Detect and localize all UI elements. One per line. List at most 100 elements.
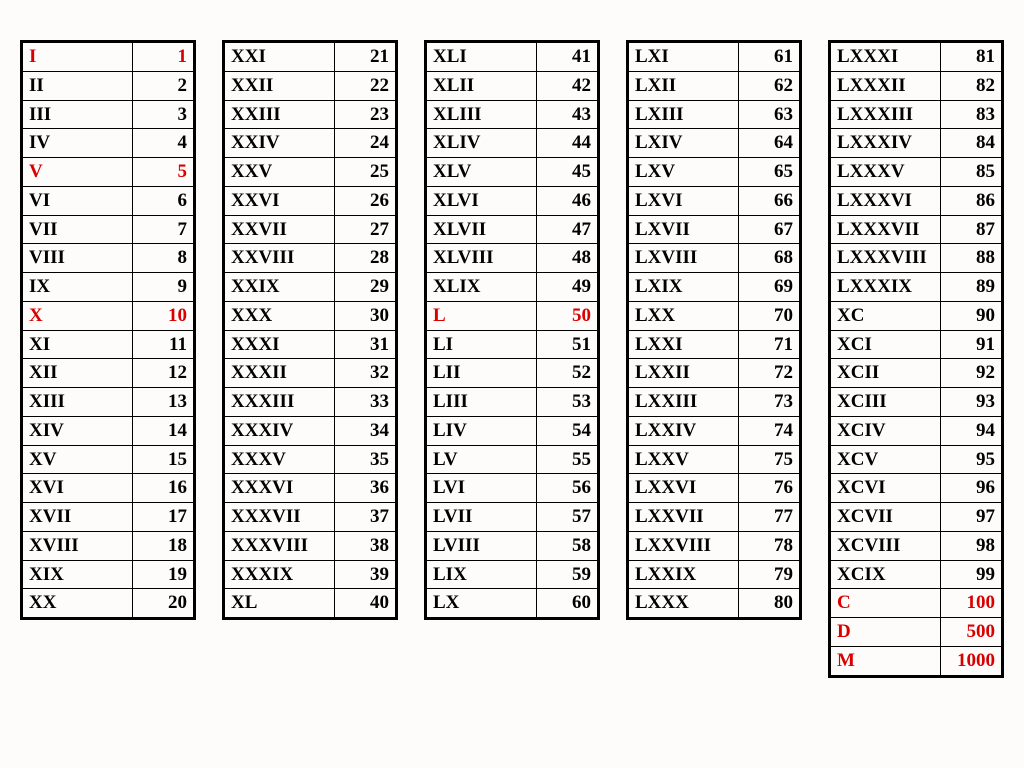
- table-row: XXXII32: [224, 359, 397, 388]
- roman-numeral-cell: D: [830, 618, 941, 647]
- table-row: XVII17: [22, 503, 195, 532]
- roman-numeral-cell: XCV: [830, 445, 941, 474]
- roman-numeral-cell: LV: [426, 445, 537, 474]
- value-cell: 89: [940, 273, 1002, 302]
- table-row: XCII92: [830, 359, 1003, 388]
- roman-numeral-cell: XXXIV: [224, 416, 335, 445]
- table-row: LXVI66: [628, 186, 801, 215]
- value-cell: 36: [334, 474, 396, 503]
- roman-numeral-cell: XCIX: [830, 560, 941, 589]
- roman-numeral-cell: LXXXV: [830, 158, 941, 187]
- table-row: LXXV75: [628, 445, 801, 474]
- value-cell: 6: [132, 186, 194, 215]
- value-cell: 34: [334, 416, 396, 445]
- roman-numeral-cell: XC: [830, 301, 941, 330]
- table-row: LXXXV85: [830, 158, 1003, 187]
- roman-numeral-cell: VIII: [22, 244, 133, 273]
- table-row: IX9: [22, 273, 195, 302]
- value-cell: 71: [738, 330, 800, 359]
- roman-numeral-cell: XLIV: [426, 129, 537, 158]
- roman-numeral-cell: LXXXII: [830, 71, 941, 100]
- value-cell: 51: [536, 330, 598, 359]
- value-cell: 96: [940, 474, 1002, 503]
- table-row: XXXIV34: [224, 416, 397, 445]
- roman-numeral-cell: XXVIII: [224, 244, 335, 273]
- table-row: LXXII72: [628, 359, 801, 388]
- roman-numeral-cell: XXXII: [224, 359, 335, 388]
- table-row: M1000: [830, 646, 1003, 676]
- value-cell: 87: [940, 215, 1002, 244]
- roman-numeral-cell: LXI: [628, 42, 739, 72]
- roman-numeral-cell: LXXX: [628, 589, 739, 619]
- column-4: LXI61LXII62LXIII63LXIV64LXV65LXVI66LXVII…: [626, 40, 802, 620]
- table-row: V5: [22, 158, 195, 187]
- value-cell: 99: [940, 560, 1002, 589]
- table-row: XII12: [22, 359, 195, 388]
- table-row: LXXX80: [628, 589, 801, 619]
- roman-numeral-cell: XVI: [22, 474, 133, 503]
- roman-numeral-cell: XXXIII: [224, 388, 335, 417]
- value-cell: 42: [536, 71, 598, 100]
- roman-numeral-cell: XI: [22, 330, 133, 359]
- table-row: XXXIX39: [224, 560, 397, 589]
- value-cell: 4: [132, 129, 194, 158]
- roman-numeral-cell: LVIII: [426, 531, 537, 560]
- value-cell: 16: [132, 474, 194, 503]
- roman-numeral-cell: XXIX: [224, 273, 335, 302]
- roman-numeral-cell: LXX: [628, 301, 739, 330]
- value-cell: 5: [132, 158, 194, 187]
- roman-numeral-cell: LXXXIX: [830, 273, 941, 302]
- value-cell: 7: [132, 215, 194, 244]
- table-row: XCVI96: [830, 474, 1003, 503]
- table-row: XLIX49: [426, 273, 599, 302]
- roman-numeral-cell: LVII: [426, 503, 537, 532]
- value-cell: 65: [738, 158, 800, 187]
- value-cell: 54: [536, 416, 598, 445]
- roman-numeral-cell: X: [22, 301, 133, 330]
- table-row: XXIV24: [224, 129, 397, 158]
- value-cell: 32: [334, 359, 396, 388]
- table-row: XV15: [22, 445, 195, 474]
- roman-numeral-cell: LXXI: [628, 330, 739, 359]
- value-cell: 100: [940, 589, 1002, 618]
- table-row: XCIX99: [830, 560, 1003, 589]
- roman-numeral-cell: XV: [22, 445, 133, 474]
- roman-numeral-cell: XLIII: [426, 100, 537, 129]
- table-row: XC90: [830, 301, 1003, 330]
- roman-numeral-cell: XLI: [426, 42, 537, 72]
- table-row: XLVI46: [426, 186, 599, 215]
- roman-numeral-cell: LXXXI: [830, 42, 941, 72]
- table-row: XXV25: [224, 158, 397, 187]
- table-row: LX60: [426, 589, 599, 619]
- roman-numeral-cell: LXXV: [628, 445, 739, 474]
- roman-numeral-cell: LXIV: [628, 129, 739, 158]
- value-cell: 1: [132, 42, 194, 72]
- table-row: XCV95: [830, 445, 1003, 474]
- roman-numeral-cell: XXXVIII: [224, 531, 335, 560]
- value-cell: 500: [940, 618, 1002, 647]
- table-row: LXXXIII83: [830, 100, 1003, 129]
- roman-numeral-cell: II: [22, 71, 133, 100]
- value-cell: 75: [738, 445, 800, 474]
- value-cell: 25: [334, 158, 396, 187]
- roman-numeral-cell: LXXXVII: [830, 215, 941, 244]
- value-cell: 73: [738, 388, 800, 417]
- table-row: XXX30: [224, 301, 397, 330]
- value-cell: 98: [940, 531, 1002, 560]
- table-row: LXXIX79: [628, 560, 801, 589]
- table-row: XX20: [22, 589, 195, 619]
- value-cell: 21: [334, 42, 396, 72]
- value-cell: 93: [940, 388, 1002, 417]
- table-row: LXXXVI86: [830, 186, 1003, 215]
- value-cell: 44: [536, 129, 598, 158]
- roman-numeral-cell: XLVI: [426, 186, 537, 215]
- value-cell: 40: [334, 589, 396, 619]
- roman-numeral-cell: LXXXVIII: [830, 244, 941, 273]
- roman-numeral-cell: XLVII: [426, 215, 537, 244]
- roman-numeral-cell: XXI: [224, 42, 335, 72]
- value-cell: 68: [738, 244, 800, 273]
- value-cell: 88: [940, 244, 1002, 273]
- table-row: LXXXVIII88: [830, 244, 1003, 273]
- roman-numeral-cell: XXXVII: [224, 503, 335, 532]
- roman-numeral-cell: LXIII: [628, 100, 739, 129]
